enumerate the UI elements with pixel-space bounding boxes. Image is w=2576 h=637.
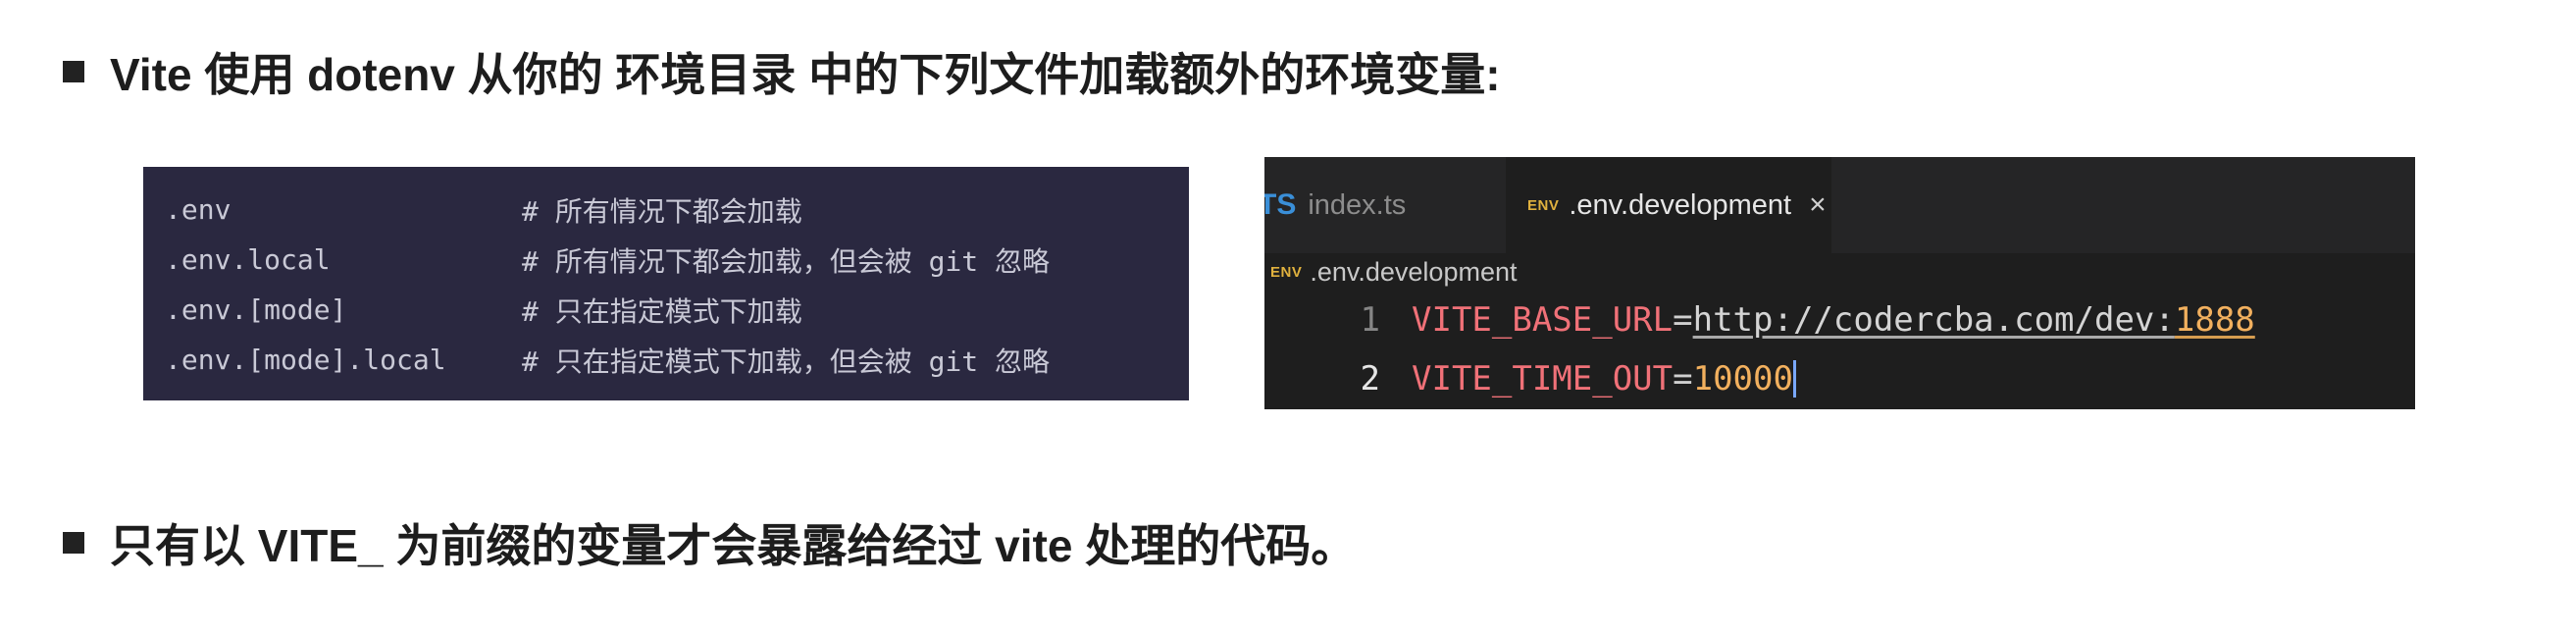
bullet-square-icon <box>63 532 84 554</box>
text-cursor <box>1792 360 1796 398</box>
line-number: 2 <box>1360 359 1380 398</box>
code-file-name: .env <box>165 193 232 226</box>
tab-env-development[interactable]: ENV .env.development × <box>1506 157 1831 253</box>
typescript-file-icon: TS <box>1264 188 1297 221</box>
env-key: VITE_BASE_URL <box>1412 300 1674 340</box>
env-file-icon: ENV <box>1270 263 1303 281</box>
code-line[interactable]: 2 VITE_TIME_OUT = 10000 <box>1264 349 2415 408</box>
code-row: .env.[mode] # 只在指定模式下加载 <box>165 285 1189 335</box>
code-comment: # 所有情况下都会加载，但会被 git 忽略 <box>522 244 1051 278</box>
code-row: .env # 所有情况下都会加载 <box>165 185 1189 235</box>
bullet-square-icon <box>63 61 84 82</box>
editor-tab-bar: TS index.ts ENV .env.development × <box>1264 157 2415 253</box>
env-key: VITE_TIME_OUT <box>1412 359 1674 398</box>
tab-label: index.ts <box>1308 188 1407 221</box>
line-number: 1 <box>1360 300 1380 340</box>
heading-vite-prefix: 只有以 VITE_ 为前缀的变量才会暴露给经过 vite 处理的代码。 <box>63 510 1356 575</box>
code-comment: # 只在指定模式下加载，但会被 git 忽略 <box>522 345 1051 378</box>
tab-index-ts[interactable]: TS index.ts <box>1264 157 1506 253</box>
code-file-name: .env.[mode].local <box>165 344 446 376</box>
env-number-value: 10000 <box>1692 359 1793 398</box>
breadcrumb: ENV .env.development <box>1264 253 2415 291</box>
code-row: .env.[mode].local # 只在指定模式下加载，但会被 git 忽略 <box>165 335 1189 385</box>
env-port-value[interactable]: 1888 <box>2175 300 2255 340</box>
heading-dotenv-text: Vite 使用 dotenv 从你的 环境目录 中的下列文件加载额外的环境变量: <box>110 49 1501 100</box>
equals-sign: = <box>1673 300 1693 340</box>
tab-label: .env.development <box>1569 188 1792 221</box>
code-row: .env.local # 所有情况下都会加载，但会被 git 忽略 <box>165 235 1189 285</box>
heading-dotenv: Vite 使用 dotenv 从你的 环境目录 中的下列文件加载额外的环境变量: <box>63 39 1501 104</box>
code-comment: # 所有情况下都会加载 <box>522 194 802 228</box>
equals-sign: = <box>1673 359 1693 398</box>
code-file-name: .env.local <box>165 243 331 276</box>
code-file-name: .env.[mode] <box>165 293 347 326</box>
close-icon[interactable]: × <box>1809 188 1827 222</box>
breadcrumb-label[interactable]: .env.development <box>1310 257 1517 288</box>
heading-vite-prefix-text: 只有以 VITE_ 为前缀的变量才会暴露给经过 vite 处理的代码。 <box>110 520 1357 571</box>
code-comment: # 只在指定模式下加载 <box>522 294 802 328</box>
code-line[interactable]: 1 VITE_BASE_URL = http://codercba.com/dev:… <box>1264 291 2415 349</box>
env-file-icon: ENV <box>1527 196 1560 214</box>
env-files-code-block: .env # 所有情况下都会加载 .env.local # 所有情况下都会加载，… <box>143 167 1189 400</box>
code-editor: TS index.ts ENV .env.development × ENV .… <box>1264 157 2415 409</box>
env-url-value[interactable]: http://codercba.com/dev: <box>1693 300 2175 340</box>
